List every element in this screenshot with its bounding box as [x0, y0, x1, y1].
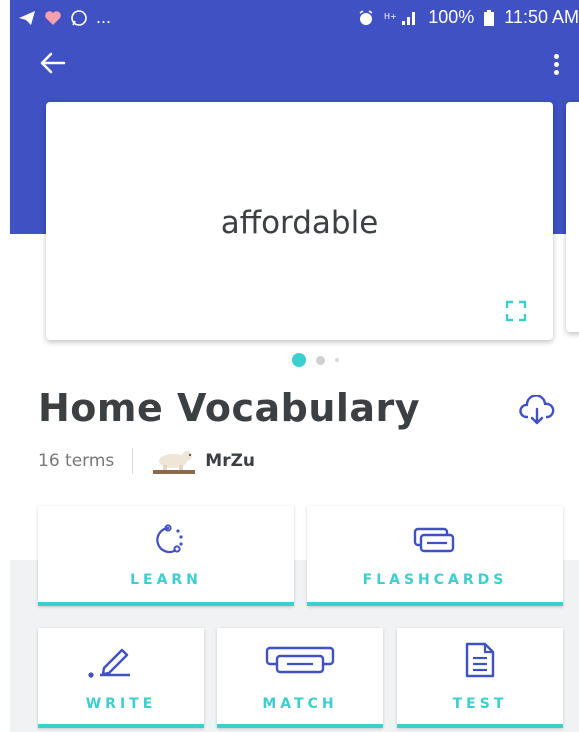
match-label: MATCH	[262, 696, 338, 712]
pager-dot	[335, 358, 339, 362]
flashcard-preview[interactable]: affordable	[46, 102, 553, 340]
flashcards-icon	[413, 527, 455, 553]
test-label: TEST	[452, 696, 508, 712]
more-vert-icon	[553, 54, 559, 59]
match-cards-icon	[265, 646, 335, 674]
alarm-icon	[359, 9, 373, 25]
status-bar: ... H+ 100% 11:50 AM	[10, 0, 579, 32]
card-term: affordable	[220, 205, 379, 241]
card-pager-dots	[292, 353, 339, 367]
fullscreen-icon[interactable]	[505, 300, 527, 322]
telegram-icon	[19, 10, 35, 25]
flashcards-label: FLASHCARDS	[362, 572, 508, 588]
svg-text:H+: H+	[384, 12, 397, 21]
signal-icon: H+	[384, 11, 416, 25]
avatar[interactable]	[151, 448, 197, 474]
learn-dots-icon	[156, 524, 183, 554]
meta-divider	[132, 448, 134, 474]
heart-app-icon	[45, 10, 61, 25]
test-document-icon	[465, 642, 495, 678]
flashcards-mode-button[interactable]: FLASHCARDS	[307, 506, 563, 606]
match-mode-button[interactable]: MATCH	[217, 628, 383, 728]
pager-dot	[316, 355, 325, 365]
cloud-download-icon[interactable]	[519, 395, 555, 427]
write-mode-button[interactable]: WRITE	[38, 628, 204, 728]
battery-percent: 100%	[428, 7, 475, 27]
whatsapp-icon	[71, 9, 87, 26]
status-icons-left: ...	[18, 7, 111, 28]
learn-label: LEARN	[130, 572, 202, 588]
write-label: WRITE	[85, 696, 157, 712]
set-title: Home Vocabulary	[38, 386, 421, 430]
next-card-peek[interactable]	[566, 102, 579, 332]
status-icons-right: H+ 100% 11:50 AM	[358, 7, 579, 28]
pager-dot-active	[292, 353, 306, 367]
pencil-icon	[88, 648, 130, 678]
status-time: 11:50 AM	[504, 7, 579, 27]
author-name[interactable]: MrZu	[205, 451, 255, 471]
test-mode-button[interactable]: TEST	[397, 628, 563, 728]
arrow-left-icon	[40, 52, 66, 74]
status-more-text: ...	[96, 7, 112, 27]
more-options-button[interactable]	[551, 54, 561, 78]
battery-icon	[484, 9, 495, 26]
learn-mode-button[interactable]: LEARN	[38, 506, 294, 606]
set-meta: 16 terms MrZu	[38, 448, 255, 474]
back-button[interactable]	[38, 48, 74, 84]
terms-count: 16 terms	[38, 451, 115, 471]
